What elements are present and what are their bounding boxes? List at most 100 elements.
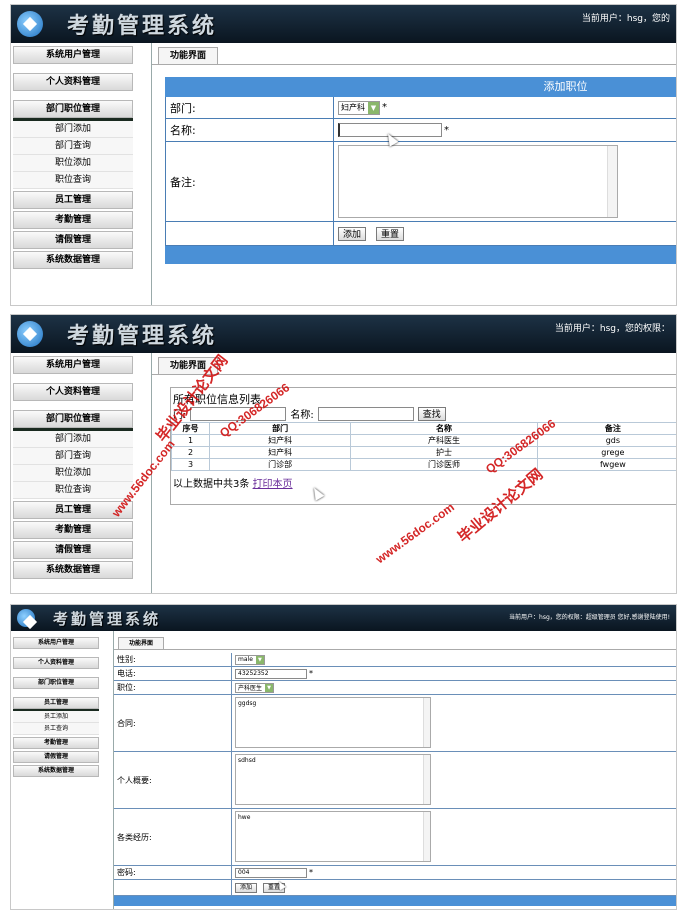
content-area: 功能界面 所有职位信息列表 门: 名称: 查找 序号 部门 名称 备注 1 妇产…: [151, 353, 676, 593]
menu-leave[interactable]: 请假管理: [13, 751, 99, 763]
phone-label: 电话:: [114, 667, 232, 680]
reset-button[interactable]: 重置: [376, 226, 405, 241]
phone-input[interactable]: 43252352: [235, 668, 307, 679]
menu-system-users[interactable]: 系统用户管理: [13, 637, 99, 649]
submenu-position-add[interactable]: 职位添加: [13, 155, 133, 172]
sidebar: 系统用户管理 个人资料管理 部门职位管理 员工管理 员工添加 员工查询 考勤管理…: [11, 631, 101, 909]
menu-attendance[interactable]: 考勤管理: [13, 737, 99, 749]
contract-textarea[interactable]: ggdsg: [235, 697, 431, 748]
menu-dept-position[interactable]: 部门职位管理: [13, 100, 133, 118]
form-footer-bar: [114, 896, 676, 906]
content-area: 功能界面 性别: male ▼ 电话: 43252352 * 职位: 产科医生 ▼ 合…: [113, 631, 676, 909]
sidebar: 系统用户管理 个人资料管理 部门职位管理 部门添加 部门查询 职位添加 职位查询…: [11, 353, 135, 593]
experience-label: 各类经历:: [114, 809, 232, 865]
table-row[interactable]: 1 妇产科 产科医生 gds: [171, 434, 676, 447]
submenu-position-query[interactable]: 职位查询: [13, 172, 133, 189]
screen-employee-edit: 考勤管理系统 当前用户：hsg，您的权限：超级管理员 您好,感谢登陆使用! 系统…: [10, 604, 677, 910]
record-count: 以上数据中共3条: [173, 479, 250, 490]
submenu-dept-query[interactable]: 部门查询: [13, 138, 133, 155]
print-link[interactable]: 打印本页: [253, 479, 293, 490]
logo-icon: [17, 11, 43, 37]
menu-dept-position[interactable]: 部门职位管理: [13, 410, 133, 428]
menu-system-users[interactable]: 系统用户管理: [13, 356, 133, 374]
menu-personal-profile[interactable]: 个人资料管理: [13, 73, 133, 91]
sidebar: 系统用户管理 个人资料管理 部门职位管理 部门添加 部门查询 职位添加 职位查询…: [11, 43, 135, 305]
search-name-input[interactable]: [317, 406, 414, 421]
menu-attendance[interactable]: 考勤管理: [13, 211, 133, 229]
list-footer: 以上数据中共3条 打印本页: [171, 471, 676, 490]
search-name-label: 名称:: [290, 410, 314, 421]
menu-leave[interactable]: 请假管理: [13, 231, 133, 249]
chevron-down-icon: ▼: [255, 655, 264, 664]
submenu: 员工添加 员工查询: [13, 709, 99, 735]
submenu-position-add[interactable]: 职位添加: [13, 465, 133, 482]
dept-label: 部门:: [166, 97, 334, 118]
submenu-dept-query[interactable]: 部门查询: [13, 448, 133, 465]
app-title: 考勤管理系统: [53, 609, 162, 628]
tab-function[interactable]: 功能界面: [158, 47, 218, 65]
dept-select-value: 妇产科: [341, 103, 365, 112]
required-mark: *: [382, 102, 387, 113]
submenu-position-query[interactable]: 职位查询: [13, 482, 133, 499]
menu-personal-profile[interactable]: 个人资料管理: [13, 383, 133, 401]
screen-position-list: 考勤管理系统 当前用户：hsg，您的权限： 系统用户管理 个人资料管理 部门职位…: [10, 314, 677, 594]
menu-system-data[interactable]: 系统数据管理: [13, 765, 99, 777]
add-button[interactable]: 添加: [235, 882, 258, 893]
table-row[interactable]: 2 妇产科 护士 grege: [171, 446, 676, 459]
tab-divider: [152, 374, 676, 375]
submenu-employee-add[interactable]: 员工添加: [13, 711, 99, 723]
header: 考勤管理系统 当前用户：hsg，您的权限：: [11, 315, 676, 353]
menu-leave[interactable]: 请假管理: [13, 541, 133, 559]
submenu-employee-query[interactable]: 员工查询: [13, 723, 99, 735]
column-header: 备注: [536, 422, 676, 435]
profile-label: 个人概要:: [114, 752, 232, 808]
scrollbar[interactable]: [423, 755, 430, 804]
menu-employees[interactable]: 员工管理: [13, 191, 133, 209]
submenu-dept-add[interactable]: 部门添加: [13, 431, 133, 448]
dept-select[interactable]: 妇产科 ▼: [338, 100, 380, 115]
scrollbar[interactable]: [423, 698, 430, 747]
form-title: 添加职位: [165, 77, 676, 97]
logo-icon: [17, 321, 43, 347]
current-user: 当前用户：hsg，您的权限：超级管理员 您好,感谢登陆使用!: [509, 614, 670, 621]
employee-form: 性别: male ▼ 电话: 43252352 * 职位: 产科医生 ▼ 合同: gg…: [114, 653, 676, 906]
add-position-form: 添加职位 部门: 妇产科 ▼ * 名称: * 备注: 添加 重置: [165, 77, 676, 264]
submenu-dept-add[interactable]: 部门添加: [13, 121, 133, 138]
gender-select[interactable]: male ▼: [235, 654, 265, 665]
form-footer-bar: [165, 246, 676, 264]
submenu: 部门添加 部门查询 职位添加 职位查询: [13, 118, 133, 189]
password-input[interactable]: 004: [235, 867, 307, 878]
table-row[interactable]: 3 门诊部 门诊医师 fwgew: [171, 458, 676, 471]
menu-system-users[interactable]: 系统用户管理: [13, 46, 133, 64]
logo-icon: [17, 609, 35, 627]
add-button[interactable]: 添加: [338, 226, 367, 241]
menu-system-data[interactable]: 系统数据管理: [13, 561, 133, 579]
list-title: 所有职位信息列表: [173, 393, 261, 406]
experience-textarea[interactable]: hwe: [235, 811, 431, 862]
column-header: 名称: [350, 422, 538, 435]
chevron-down-icon: ▼: [265, 683, 274, 692]
submenu: 部门添加 部门查询 职位添加 职位查询: [13, 428, 133, 499]
current-user: 当前用户：hsg，您的权限：: [554, 324, 670, 334]
menu-personal-profile[interactable]: 个人资料管理: [13, 657, 99, 669]
menu-employees[interactable]: 员工管理: [13, 697, 99, 709]
menu-system-data[interactable]: 系统数据管理: [13, 251, 133, 269]
header: 考勤管理系统 当前用户：hsg，您的权限：超级管理员 您好,感谢登陆使用!: [11, 605, 676, 631]
name-label: 名称:: [166, 119, 334, 141]
search-button[interactable]: 查找: [417, 406, 446, 421]
position-list-panel: 所有职位信息列表 门: 名称: 查找 序号 部门 名称 备注 1 妇产科 产科医生 g…: [170, 387, 676, 505]
scrollbar[interactable]: [607, 146, 617, 217]
current-user: 当前用户：hsg，您的: [581, 14, 670, 24]
gender-label: 性别:: [114, 653, 232, 666]
menu-attendance[interactable]: 考勤管理: [13, 521, 133, 539]
app-title: 考勤管理系统: [67, 323, 218, 349]
required-mark: *: [444, 124, 449, 136]
profile-textarea[interactable]: sdhsd: [235, 754, 431, 805]
app-title: 考勤管理系统: [67, 13, 218, 39]
position-table: 序号 部门 名称 备注 1 妇产科 产科医生 gds 2 妇产科 护士 grege 3 门诊部…: [171, 422, 676, 471]
position-select[interactable]: 产科医生 ▼: [235, 682, 275, 693]
menu-dept-position[interactable]: 部门职位管理: [13, 677, 99, 689]
scrollbar[interactable]: [423, 812, 430, 861]
notes-textarea[interactable]: [338, 145, 618, 218]
tab-divider: [114, 649, 676, 650]
